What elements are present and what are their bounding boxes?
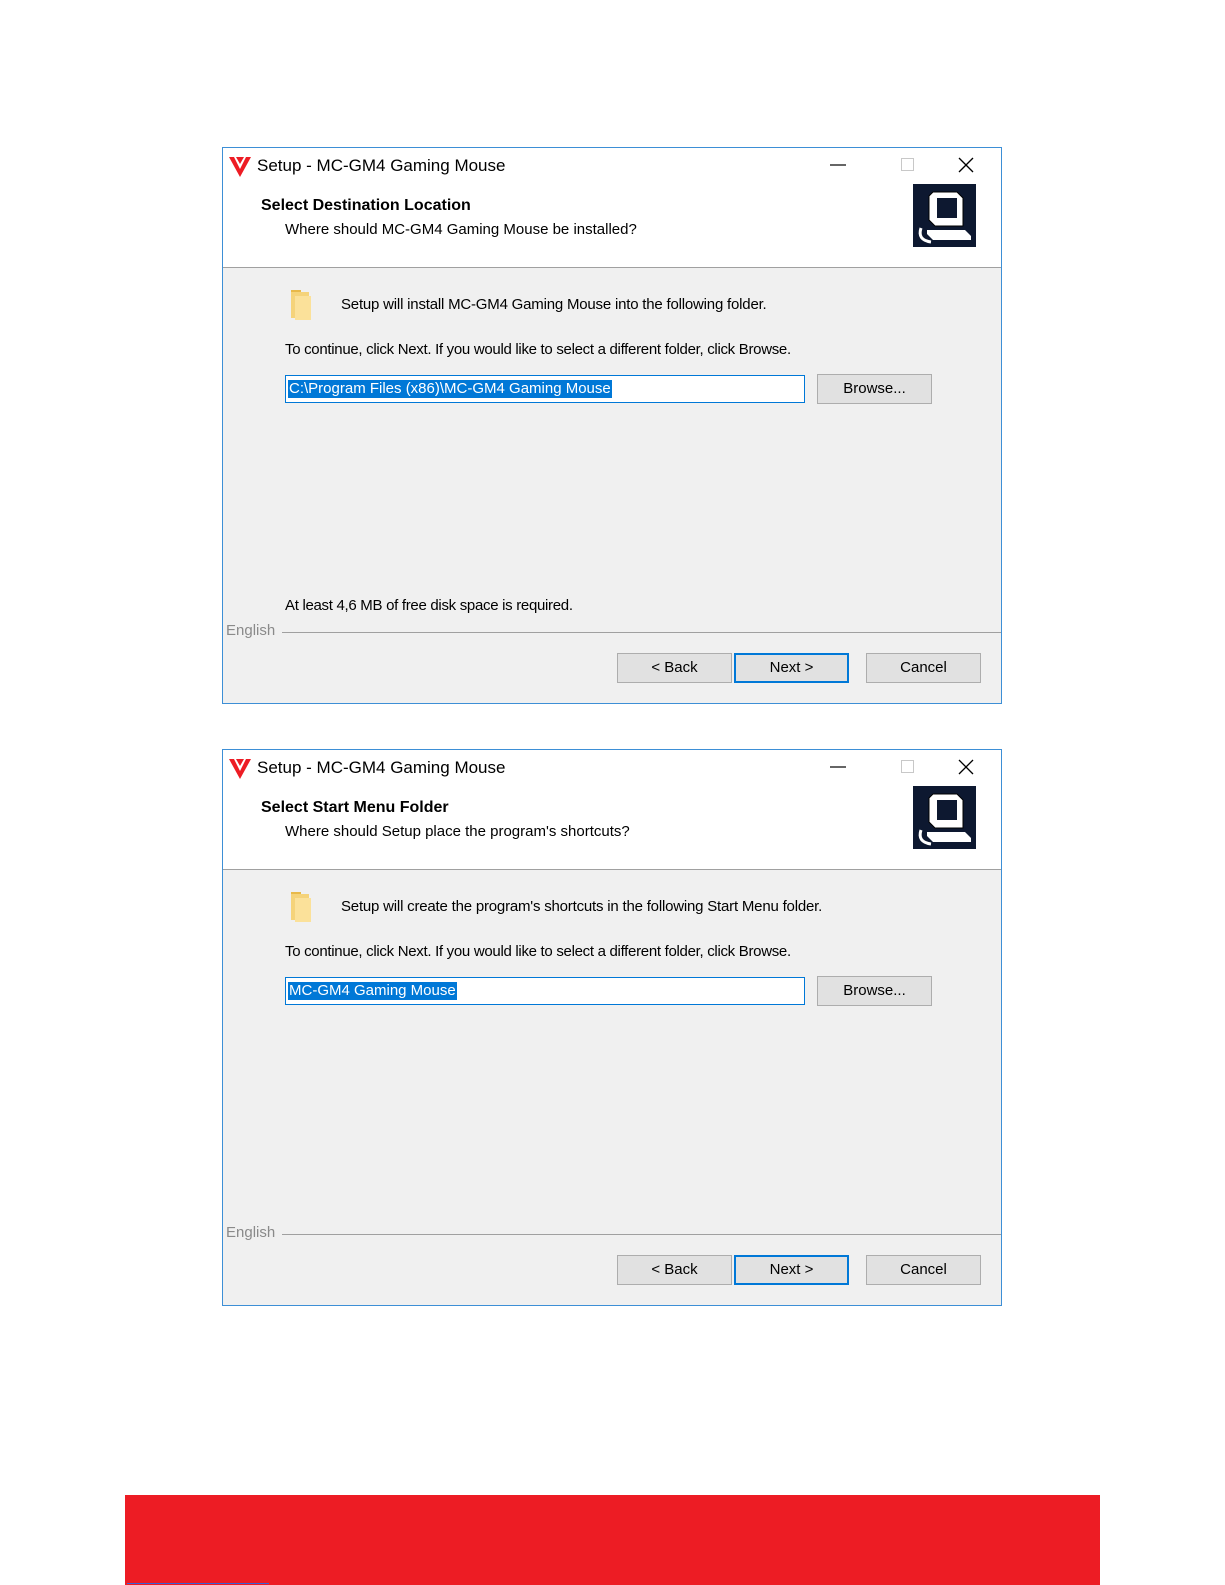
maximize-icon [901, 158, 914, 171]
close-icon [958, 157, 974, 173]
title-bar[interactable]: Setup - MC-GM4 Gaming Mouse [223, 750, 1001, 786]
intro-text: Setup will create the program's shortcut… [341, 898, 823, 915]
cancel-button[interactable]: Cancel [866, 653, 981, 683]
footer-link-underline [127, 1583, 269, 1584]
start-menu-folder-input[interactable]: MC-GM4 Gaming Mouse [285, 977, 805, 1005]
page-title: Select Destination Location [261, 197, 471, 214]
title-bar[interactable]: Setup - MC-GM4 Gaming Mouse [223, 148, 1001, 184]
close-icon [958, 759, 974, 775]
setup-dialog-start-menu: Setup - MC-GM4 Gaming Mouse Select Start… [222, 749, 1002, 1306]
minimize-icon [830, 766, 846, 768]
back-button[interactable]: < Back [617, 653, 732, 683]
close-button[interactable] [943, 750, 989, 784]
wizard-header: Select Start Menu Folder Where should Se… [223, 786, 1001, 870]
input-value: C:\Program Files (x86)\MC-GM4 Gaming Mou… [288, 380, 612, 398]
app-logo-icon [229, 157, 251, 177]
cancel-button[interactable]: Cancel [866, 1255, 981, 1285]
browse-button[interactable]: Browse... [817, 976, 932, 1006]
folder-icon [291, 892, 311, 922]
wizard-header: Select Destination Location Where should… [223, 184, 1001, 268]
divider [282, 1234, 1001, 1235]
instruction-text: To continue, click Next. If you would li… [285, 943, 791, 960]
window-title: Setup - MC-GM4 Gaming Mouse [257, 758, 506, 777]
maximize-button[interactable] [885, 148, 931, 182]
page-title: Select Start Menu Folder [261, 799, 449, 816]
footer-brand-bar [125, 1495, 1100, 1585]
minimize-button[interactable] [815, 750, 861, 784]
maximize-icon [901, 760, 914, 773]
next-button[interactable]: Next > [734, 1255, 849, 1285]
next-button[interactable]: Next > [734, 653, 849, 683]
page-subtitle: Where should MC-GM4 Gaming Mouse be inst… [285, 221, 637, 238]
page-subtitle: Where should Setup place the program's s… [285, 823, 630, 840]
instruction-text: To continue, click Next. If you would li… [285, 341, 791, 358]
intro-text: Setup will install MC-GM4 Gaming Mouse i… [341, 296, 767, 313]
setup-dialog-destination: Setup - MC-GM4 Gaming Mouse Select Desti… [222, 147, 1002, 704]
destination-path-input[interactable]: C:\Program Files (x86)\MC-GM4 Gaming Mou… [285, 375, 805, 403]
app-logo-icon [229, 759, 251, 779]
installer-computer-icon [913, 786, 976, 849]
disk-space-text: At least 4,6 MB of free disk space is re… [285, 597, 573, 614]
input-value: MC-GM4 Gaming Mouse [288, 982, 457, 1000]
language-label: English [226, 1224, 276, 1241]
minimize-button[interactable] [815, 148, 861, 182]
browse-button[interactable]: Browse... [817, 374, 932, 404]
installer-computer-icon [913, 184, 976, 247]
folder-icon [291, 290, 311, 320]
minimize-icon [830, 164, 846, 166]
window-title: Setup - MC-GM4 Gaming Mouse [257, 156, 506, 175]
divider [282, 632, 1001, 633]
close-button[interactable] [943, 148, 989, 182]
back-button[interactable]: < Back [617, 1255, 732, 1285]
maximize-button[interactable] [885, 750, 931, 784]
language-label: English [226, 622, 276, 639]
